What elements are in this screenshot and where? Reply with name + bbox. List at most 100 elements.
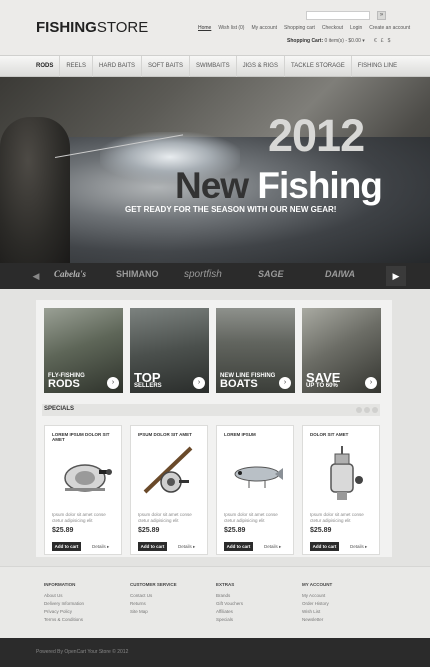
- currency-pound[interactable]: £: [381, 38, 384, 44]
- specials-title: SPECIALS: [44, 406, 75, 412]
- currency-switcher: € £ $: [374, 38, 390, 44]
- footer-column-my-account: MY ACCOUNT My Account Order History Wish…: [302, 582, 332, 624]
- banner-caption: FLY-FISHING RODS: [48, 373, 85, 390]
- banner-caption: NEW LINE FISHING BOATS: [220, 373, 275, 390]
- footer-column-customer-service: CUSTOMER SERVICE Contact Us Returns Site…: [130, 582, 177, 616]
- footer-link[interactable]: Site Map: [130, 608, 177, 616]
- nav-item-rods[interactable]: RODS: [30, 56, 61, 78]
- arrow-right-icon[interactable]: ›: [279, 377, 291, 389]
- add-to-cart-button[interactable]: Add to cart: [138, 542, 167, 551]
- brand-prev-button[interactable]: ◀: [26, 266, 46, 286]
- brand-logo-cabelas[interactable]: Cabela's: [54, 269, 86, 279]
- search-input[interactable]: [306, 11, 370, 20]
- toplink-login[interactable]: Login: [350, 25, 362, 31]
- nav-item-fishing-line[interactable]: FISHING LINE: [352, 56, 403, 78]
- details-link[interactable]: Details ▸: [92, 544, 109, 550]
- toplink-account[interactable]: My account: [251, 25, 277, 31]
- currency-euro[interactable]: €: [374, 38, 377, 44]
- product-description: Ipsum dolor sit amet conse ctetur adipis…: [224, 512, 278, 523]
- hero-year: 2012: [268, 110, 365, 161]
- banner-caption-large: TOP: [134, 370, 161, 385]
- banner-caption-large: SAVE: [306, 370, 341, 385]
- cart-summary[interactable]: Shopping Cart: 0 item(s) - $0.00 ▾: [287, 38, 365, 44]
- product-name[interactable]: LOREM IPSUM: [224, 432, 256, 437]
- footer-link[interactable]: Delivery Information: [44, 600, 84, 608]
- footer-link[interactable]: Wish List: [302, 608, 332, 616]
- footer-link[interactable]: Brands: [216, 592, 243, 600]
- currency-dollar[interactable]: $: [388, 38, 391, 44]
- logo-bold-text: FISHING: [36, 19, 97, 36]
- footer-link[interactable]: Affiliates: [216, 608, 243, 616]
- arrow-right-icon[interactable]: ›: [107, 377, 119, 389]
- top-links: Home Wish list (0) My account Shopping c…: [198, 25, 410, 31]
- banner-caption: SAVE UP TO 60%: [306, 370, 341, 389]
- footer-link[interactable]: About Us: [44, 592, 84, 600]
- footer-link[interactable]: Terms & Conditions: [44, 616, 84, 624]
- details-link[interactable]: Details ▸: [178, 544, 195, 550]
- nav-item-soft-baits[interactable]: SOFT BAITS: [142, 56, 190, 78]
- logo-light-text: STORE: [96, 19, 149, 36]
- banner-caption: TOP SELLERS: [134, 370, 162, 389]
- nav-item-jigs-rigs[interactable]: JIGS & RIGS: [237, 56, 285, 78]
- pager-dot[interactable]: [356, 407, 362, 413]
- product-card: LOREM IPSUM Ipsum dolor sit amet conse c…: [216, 425, 294, 555]
- footer-link[interactable]: Returns: [130, 600, 177, 608]
- add-to-cart-button[interactable]: Add to cart: [310, 542, 339, 551]
- brand-logo-daiwa[interactable]: DAIWA: [325, 269, 355, 279]
- arrow-right-icon[interactable]: ›: [193, 377, 205, 389]
- copyright-text: Powered By OpenCart Your Store © 2012: [36, 649, 129, 655]
- nav-item-hard-baits[interactable]: HARD BAITS: [93, 56, 143, 78]
- brand-logo-sage[interactable]: SAGE: [258, 269, 284, 279]
- toplink-wishlist[interactable]: Wish list (0): [218, 25, 244, 31]
- toplink-home[interactable]: Home: [198, 25, 211, 31]
- brand-carousel: ◀ Cabela's SHIMANO sportfish SAGE DAIWA …: [0, 263, 430, 289]
- product-name[interactable]: IPSUM DOLOR SIT AMET: [138, 432, 192, 437]
- brand-logo-shimano[interactable]: SHIMANO: [116, 269, 159, 279]
- footer-link[interactable]: Newsletter: [302, 616, 332, 624]
- footer-link[interactable]: Gift Vouchers: [216, 600, 243, 608]
- brand-logo-sportfish[interactable]: sportfish: [184, 269, 222, 280]
- footer-link[interactable]: Specials: [216, 616, 243, 624]
- footer-heading: MY ACCOUNT: [302, 582, 333, 587]
- product-name[interactable]: DOLOR SIT AMET: [310, 432, 348, 437]
- banner-save[interactable]: SAVE UP TO 60% ›: [302, 308, 381, 393]
- product-description: Ipsum dolor sit amet conse ctetur adipis…: [138, 512, 192, 523]
- toplink-cart[interactable]: Shopping cart: [284, 25, 315, 31]
- footer-column-information: INFORMATION About Us Delivery Informatio…: [44, 582, 84, 624]
- search-button[interactable]: »: [377, 11, 386, 20]
- add-to-cart-button[interactable]: Add to cart: [224, 542, 253, 551]
- banner-caption-large: RODS: [48, 378, 80, 390]
- toplink-checkout[interactable]: Checkout: [322, 25, 343, 31]
- footer-link[interactable]: Order History: [302, 600, 332, 608]
- arrow-right-icon[interactable]: ›: [365, 377, 377, 389]
- add-to-cart-button[interactable]: Add to cart: [52, 542, 81, 551]
- main-nav: RODS REELS HARD BAITS SOFT BAITS SWIMBAI…: [0, 55, 430, 78]
- spinning-reel-image[interactable]: [313, 440, 371, 508]
- store-logo[interactable]: FISHINGSTORE: [36, 19, 148, 36]
- page: FISHINGSTORE » Home Wish list (0) My acc…: [0, 0, 430, 667]
- pager-dot[interactable]: [372, 407, 378, 413]
- hero-slider[interactable]: 2012 New Fishing GET READY FOR THE SEASO…: [0, 77, 430, 263]
- nav-item-reels[interactable]: REELS: [60, 56, 94, 78]
- footer-link[interactable]: Contact Us: [130, 592, 177, 600]
- brand-next-button[interactable]: ▶: [386, 266, 406, 286]
- product-description: Ipsum dolor sit amet conse ctetur adipis…: [52, 512, 106, 523]
- baitcasting-reel-image[interactable]: [55, 440, 113, 508]
- details-link[interactable]: Details ▸: [264, 544, 281, 550]
- spinning-rod-reel-image[interactable]: [141, 440, 199, 508]
- product-price: $25.89: [310, 527, 332, 534]
- nav-item-swimbaits[interactable]: SWIMBAITS: [190, 56, 237, 78]
- banner-top-sellers[interactable]: TOP SELLERS ›: [130, 308, 209, 393]
- footer-heading: CUSTOMER SERVICE: [130, 582, 177, 587]
- hero-headline-fishing: Fishing: [257, 165, 383, 206]
- footer-link[interactable]: Privacy Policy: [44, 608, 84, 616]
- nav-item-tackle-storage[interactable]: TACKLE STORAGE: [285, 56, 352, 78]
- header: FISHINGSTORE » Home Wish list (0) My acc…: [0, 0, 430, 55]
- banner-boats[interactable]: NEW LINE FISHING BOATS ›: [216, 308, 295, 393]
- toplink-register[interactable]: Create an account: [369, 25, 410, 31]
- details-link[interactable]: Details ▸: [350, 544, 367, 550]
- fishing-lure-image[interactable]: [227, 440, 285, 508]
- footer-link[interactable]: My Account: [302, 592, 332, 600]
- banner-fly-fishing-rods[interactable]: FLY-FISHING RODS ›: [44, 308, 123, 393]
- pager-dot[interactable]: [364, 407, 370, 413]
